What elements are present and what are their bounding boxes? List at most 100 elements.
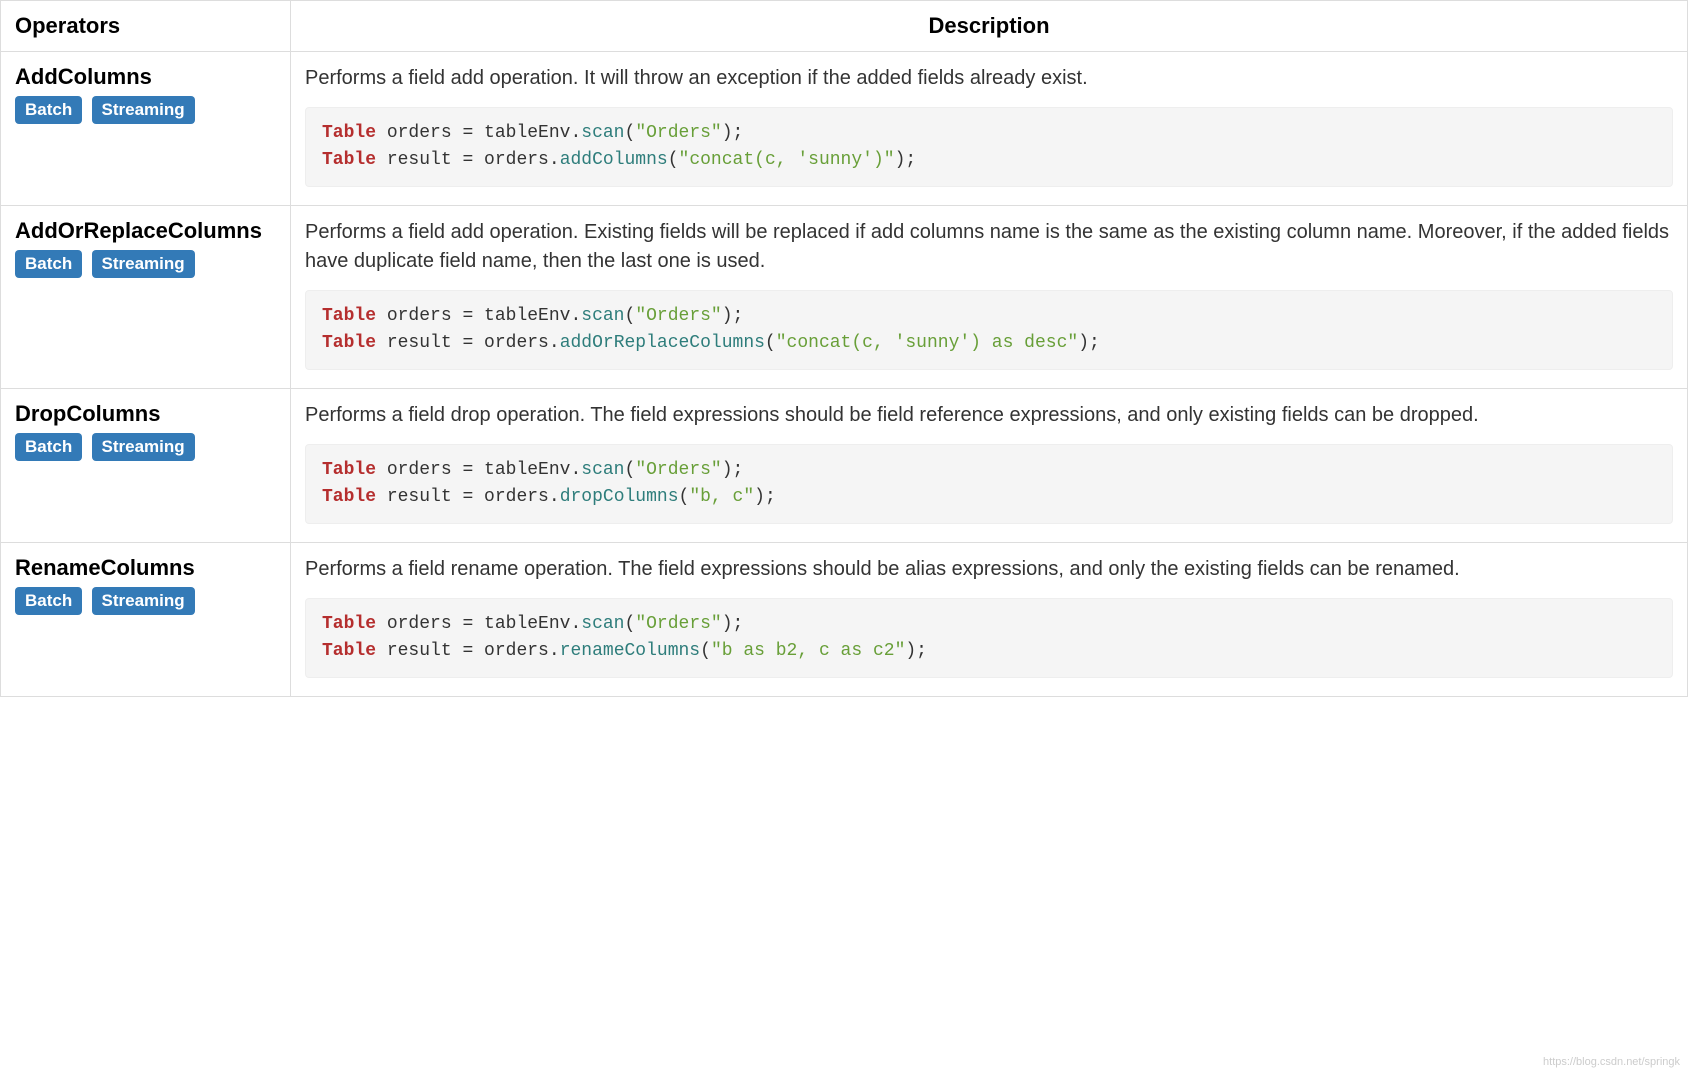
code-token: ); [722,614,744,634]
code-token: ( [625,460,636,480]
operator-cell: DropColumns Batch Streaming [1,389,291,543]
code-token: . [549,150,560,170]
code-token: . [549,641,560,661]
code-block: Table orders = tableEnv.scan("Orders"); … [305,290,1673,370]
code-token: ( [679,487,690,507]
code-token: "Orders" [635,306,721,326]
code-token: tableEnv [473,460,570,480]
table-row: AddColumns Batch Streaming Performs a fi… [1,52,1688,206]
code-token: scan [581,460,624,480]
code-token: ( [625,614,636,634]
code-token: ); [895,150,917,170]
description-text: Performs a field rename operation. The f… [305,555,1673,584]
code-token: orders [376,123,462,143]
code-token: orders [376,614,462,634]
operator-cell: AddColumns Batch Streaming [1,52,291,206]
description-cell: Performs a field add operation. Existing… [291,206,1688,389]
streaming-badge: Streaming [92,433,195,461]
code-token: ); [754,487,776,507]
code-token: Table [322,460,376,480]
code-token: ); [722,460,744,480]
code-token: . [570,460,581,480]
code-token: result [376,333,462,353]
streaming-badge: Streaming [92,587,195,615]
code-token: Table [322,333,376,353]
code-token: . [570,123,581,143]
description-text: Performs a field drop operation. The fie… [305,401,1673,430]
code-token: = [462,487,473,507]
code-token: tableEnv [473,123,570,143]
operator-name: RenameColumns [15,555,276,581]
code-token: "Orders" [635,614,721,634]
code-token: Table [322,641,376,661]
code-token: orders [473,641,549,661]
watermark-text: https://blog.csdn.net/springk [1543,1056,1680,1068]
code-token: = [462,614,473,634]
table-row: DropColumns Batch Streaming Performs a f… [1,389,1688,543]
table-row: RenameColumns Batch Streaming Performs a… [1,543,1688,697]
code-token: = [462,333,473,353]
code-token: tableEnv [473,614,570,634]
code-token: ( [700,641,711,661]
code-token: Table [322,150,376,170]
code-token: ( [625,306,636,326]
code-token: . [570,306,581,326]
code-token: = [462,150,473,170]
code-token: addColumns [560,150,668,170]
code-token: Table [322,123,376,143]
code-token: "Orders" [635,123,721,143]
streaming-badge: Streaming [92,250,195,278]
code-token: "Orders" [635,460,721,480]
code-block: Table orders = tableEnv.scan("Orders"); … [305,107,1673,187]
code-token: ); [722,306,744,326]
batch-badge: Batch [15,96,82,124]
operator-name: DropColumns [15,401,276,427]
description-cell: Performs a field rename operation. The f… [291,543,1688,697]
code-token: "concat(c, 'sunny') as desc" [776,333,1078,353]
code-token: = [462,306,473,326]
code-token: = [462,123,473,143]
header-operators: Operators [1,1,291,52]
operators-table: Operators Description AddColumns Batch S… [0,0,1688,697]
table-row: AddOrReplaceColumns Batch Streaming Perf… [1,206,1688,389]
code-token: result [376,641,462,661]
code-token: ); [905,641,927,661]
streaming-badge: Streaming [92,96,195,124]
code-token: ); [722,123,744,143]
code-token: scan [581,306,624,326]
code-token: tableEnv [473,306,570,326]
code-token: scan [581,123,624,143]
table-header-row: Operators Description [1,1,1688,52]
header-description: Description [291,1,1688,52]
code-token: result [376,487,462,507]
code-token: scan [581,614,624,634]
code-token: ( [625,123,636,143]
code-token: Table [322,614,376,634]
operator-cell: AddOrReplaceColumns Batch Streaming [1,206,291,389]
code-token: orders [473,333,549,353]
code-token: orders [473,150,549,170]
code-token: "b as b2, c as c2" [711,641,905,661]
code-block: Table orders = tableEnv.scan("Orders"); … [305,444,1673,524]
code-token: ( [668,150,679,170]
operator-name: AddColumns [15,64,276,90]
description-text: Performs a field add operation. It will … [305,64,1673,93]
code-token: . [549,333,560,353]
code-token: = [462,460,473,480]
code-token: ( [765,333,776,353]
operator-name: AddOrReplaceColumns [15,218,276,244]
code-token: = [462,641,473,661]
code-token: orders [376,306,462,326]
code-token: orders [473,487,549,507]
code-token: "concat(c, 'sunny')" [679,150,895,170]
code-token: result [376,150,462,170]
code-token: . [549,487,560,507]
batch-badge: Batch [15,433,82,461]
description-text: Performs a field add operation. Existing… [305,218,1673,276]
code-token: orders [376,460,462,480]
description-cell: Performs a field drop operation. The fie… [291,389,1688,543]
code-token: renameColumns [560,641,700,661]
code-token: ); [1078,333,1100,353]
batch-badge: Batch [15,587,82,615]
operator-cell: RenameColumns Batch Streaming [1,543,291,697]
